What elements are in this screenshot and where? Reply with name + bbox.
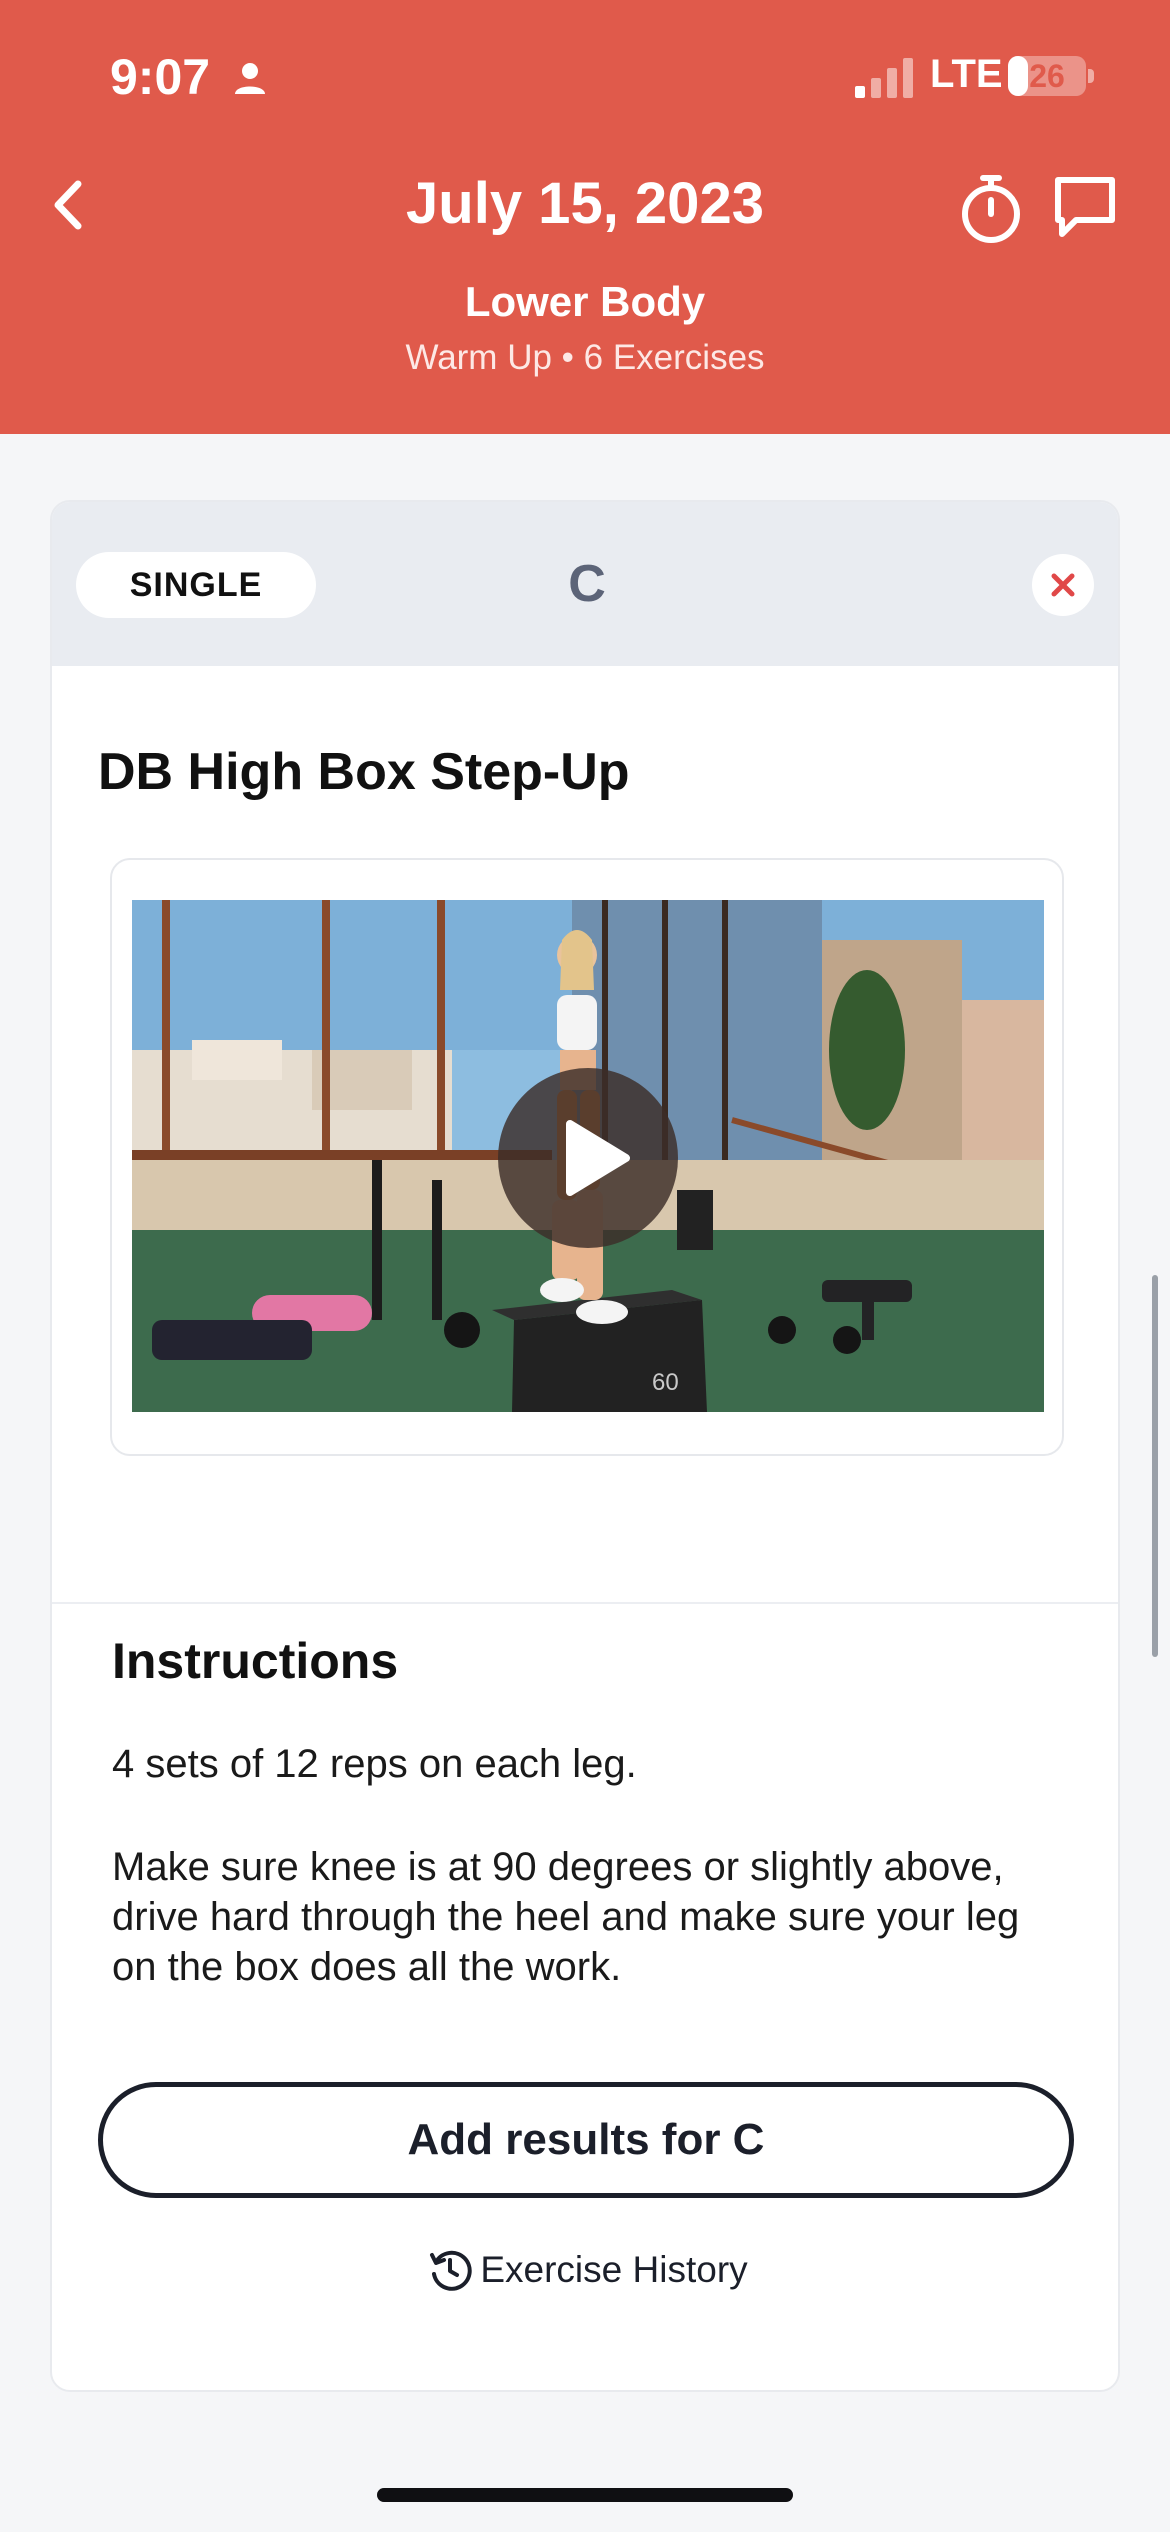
section-divider xyxy=(52,1602,1118,1604)
play-button[interactable] xyxy=(498,1068,678,1248)
person-icon xyxy=(235,63,265,94)
scrollbar[interactable] xyxy=(1152,1275,1158,1657)
instructions-form-notes: Make sure knee is at 90 degrees or sligh… xyxy=(112,1845,1020,1989)
remove-exercise-button[interactable] xyxy=(1032,554,1094,616)
video-container: 60 xyxy=(110,858,1064,1456)
signal-icon xyxy=(855,58,913,98)
network-label: LTE xyxy=(930,52,1003,96)
box-label: 60 xyxy=(652,1369,679,1396)
battery-percent: 26 xyxy=(1029,58,1065,94)
instructions-sets: 4 sets of 12 reps on each leg. xyxy=(112,1742,637,1786)
close-icon xyxy=(1051,573,1075,597)
card-header: SINGLE C xyxy=(52,502,1118,666)
exercise-history-link[interactable]: Exercise History xyxy=(52,2246,1118,2294)
battery-nub xyxy=(1088,69,1094,83)
stopwatch-icon[interactable] xyxy=(955,170,1027,246)
workout-meta: Warm Up • 6 Exercises xyxy=(405,338,765,377)
home-indicator[interactable] xyxy=(377,2488,793,2502)
exercise-title: DB High Box Step-Up xyxy=(98,743,630,801)
history-icon xyxy=(430,2250,473,2291)
play-icon xyxy=(566,1120,630,1196)
exercise-history-label: Exercise History xyxy=(480,2249,748,2290)
status-time: 9:07 xyxy=(110,49,211,105)
block-letter: C xyxy=(568,555,606,613)
exercise-card: SINGLE C DB High Box Step-Up 60 Instruct… xyxy=(50,500,1120,2392)
workout-name: Lower Body xyxy=(464,278,706,325)
instructions-heading: Instructions xyxy=(112,1633,399,1689)
workout-header: 9:07 LTE 26 July 15, 2023 Lower Body War… xyxy=(0,0,1170,434)
battery-icon: 26 xyxy=(1008,56,1086,96)
add-results-button[interactable]: Add results for C xyxy=(98,2082,1074,2198)
exercise-video[interactable]: 60 xyxy=(132,900,1044,1412)
chat-icon[interactable] xyxy=(1050,172,1120,242)
